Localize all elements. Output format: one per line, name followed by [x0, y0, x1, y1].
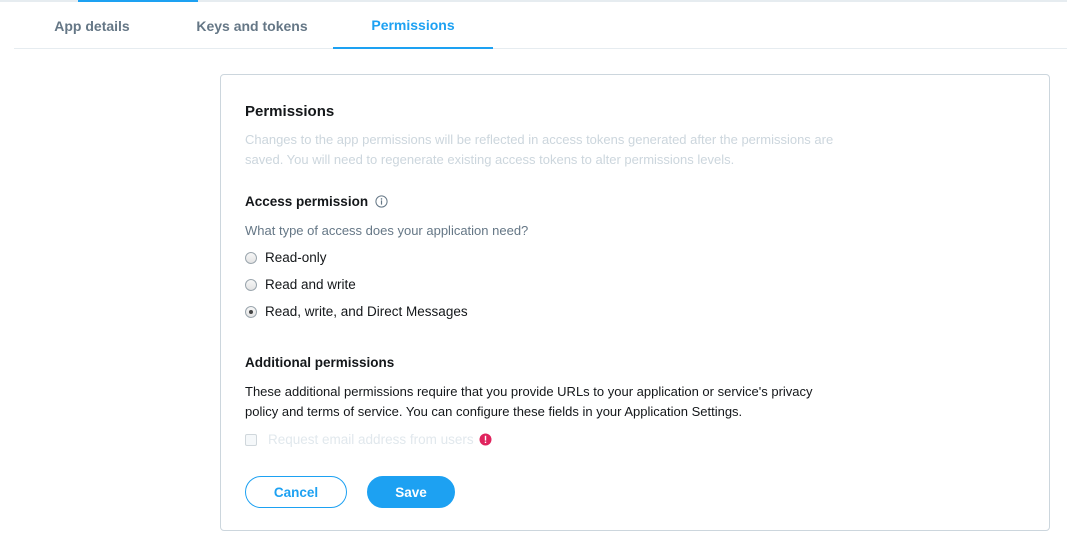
- cancel-button[interactable]: Cancel: [245, 476, 347, 508]
- radio-read-only[interactable]: Read-only: [245, 250, 327, 265]
- radio-button[interactable]: [245, 278, 257, 291]
- access-permission-heading: Access permission: [245, 194, 388, 209]
- permissions-card: Permissions Changes to the app permissio…: [220, 74, 1050, 531]
- tab-app-details[interactable]: App details: [14, 2, 170, 49]
- additional-permissions-title: Additional permissions: [245, 355, 395, 370]
- request-email-checkbox[interactable]: [245, 433, 257, 446]
- radio-button[interactable]: [245, 251, 257, 264]
- radio-read-and-write[interactable]: Read and write: [245, 277, 356, 292]
- additional-permissions-description: These additional permissions require tha…: [245, 384, 813, 419]
- request-email-option: Request email address from users: [245, 432, 492, 447]
- access-permission-title: Access permission: [245, 194, 369, 209]
- card-description: Changes to the app permissions will be r…: [245, 132, 834, 167]
- save-button[interactable]: Save: [367, 476, 455, 508]
- tab-permissions[interactable]: Permissions: [333, 2, 493, 49]
- radio-label: Read and write: [265, 277, 356, 292]
- access-question: What type of access does your applicatio…: [245, 223, 529, 238]
- tab-keys-and-tokens[interactable]: Keys and tokens: [174, 2, 330, 49]
- info-icon[interactable]: [375, 195, 388, 208]
- request-email-label: Request email address from users: [268, 432, 474, 447]
- radio-label: Read-only: [265, 250, 327, 265]
- card-title: Permissions: [245, 103, 335, 120]
- tab-bar: App details Keys and tokens Permissions: [14, 2, 1067, 49]
- radio-read-write-dm[interactable]: Read, write, and Direct Messages: [245, 304, 468, 319]
- radio-button-selected[interactable]: [245, 305, 257, 318]
- page: App details Keys and tokens Permissions …: [0, 0, 1067, 533]
- radio-label: Read, write, and Direct Messages: [265, 304, 468, 319]
- alert-icon[interactable]: [479, 433, 492, 446]
